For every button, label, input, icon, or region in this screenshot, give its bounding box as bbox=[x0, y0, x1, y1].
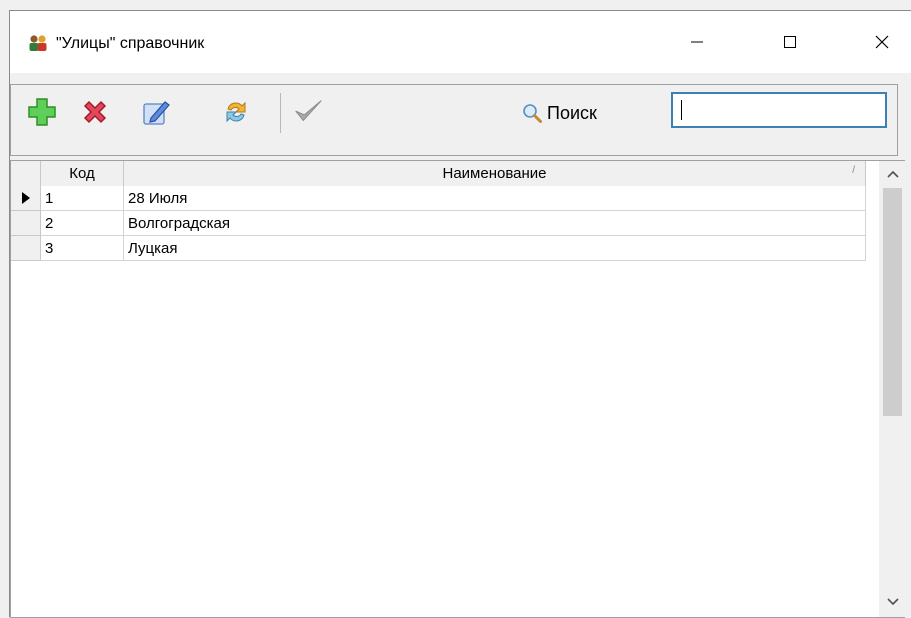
edit-button[interactable] bbox=[139, 95, 173, 129]
toolbar-separator bbox=[280, 93, 281, 133]
current-row-arrow-icon bbox=[21, 192, 30, 204]
window-title: "Улицы" справочник bbox=[56, 35, 205, 52]
table-row[interactable]: 2 Волгоградская bbox=[11, 211, 866, 236]
table-row[interactable]: 3 Луцкая bbox=[11, 236, 866, 261]
row-indicator bbox=[11, 236, 41, 261]
people-icon bbox=[29, 35, 47, 51]
minimize-icon bbox=[691, 41, 703, 43]
minimize-button[interactable] bbox=[669, 20, 725, 64]
cell-name[interactable]: Волгоградская bbox=[124, 211, 866, 236]
maximize-icon bbox=[784, 36, 796, 48]
search-icon bbox=[523, 104, 542, 123]
close-button[interactable] bbox=[854, 20, 910, 64]
chevron-up-icon bbox=[886, 170, 899, 178]
search-input[interactable] bbox=[671, 92, 887, 128]
scroll-thumb[interactable] bbox=[883, 188, 902, 416]
confirm-button[interactable] bbox=[291, 95, 325, 129]
close-icon bbox=[875, 35, 889, 49]
cell-name[interactable]: Луцкая bbox=[124, 236, 866, 261]
search-label: Поиск bbox=[521, 102, 597, 124]
refresh-icon bbox=[226, 101, 246, 123]
refresh-button[interactable] bbox=[219, 95, 253, 129]
app-window: "Улицы" справочник Поиск Код Наименовани… bbox=[9, 10, 911, 618]
edit-pencil-icon bbox=[143, 101, 170, 125]
column-header-name-label: Наименование bbox=[442, 165, 547, 182]
delete-x-icon bbox=[83, 100, 107, 124]
sort-indicator-icon: / bbox=[852, 165, 855, 176]
table-row[interactable]: 1 28 Июля bbox=[11, 186, 866, 211]
delete-button[interactable] bbox=[78, 95, 112, 129]
maximize-button[interactable] bbox=[762, 20, 818, 64]
chevron-down-icon bbox=[886, 598, 899, 606]
search-label-text: Поиск bbox=[547, 102, 597, 123]
plus-icon bbox=[28, 98, 56, 126]
scroll-up-button[interactable] bbox=[879, 163, 905, 185]
cell-code[interactable]: 2 bbox=[41, 211, 124, 236]
column-header-name[interactable]: Наименование / bbox=[124, 161, 866, 186]
vertical-scrollbar[interactable] bbox=[879, 161, 905, 617]
header-indicator-cell bbox=[11, 161, 41, 186]
grid-header: Код Наименование / bbox=[11, 161, 866, 187]
cell-name[interactable]: 28 Июля bbox=[124, 186, 866, 211]
text-caret bbox=[681, 100, 682, 120]
toolbar: Поиск bbox=[10, 84, 898, 156]
row-indicator bbox=[11, 211, 41, 236]
checkmark-icon bbox=[295, 100, 322, 122]
cell-code[interactable]: 3 bbox=[41, 236, 124, 261]
add-button[interactable] bbox=[25, 95, 59, 129]
scroll-down-button[interactable] bbox=[879, 591, 905, 613]
row-indicator bbox=[11, 186, 41, 211]
data-grid: Код Наименование / 1 28 Июля 2 Волгоград… bbox=[10, 160, 905, 618]
title-bar[interactable]: "Улицы" справочник bbox=[10, 11, 911, 73]
column-header-code[interactable]: Код bbox=[41, 161, 124, 186]
cell-code[interactable]: 1 bbox=[41, 186, 124, 211]
